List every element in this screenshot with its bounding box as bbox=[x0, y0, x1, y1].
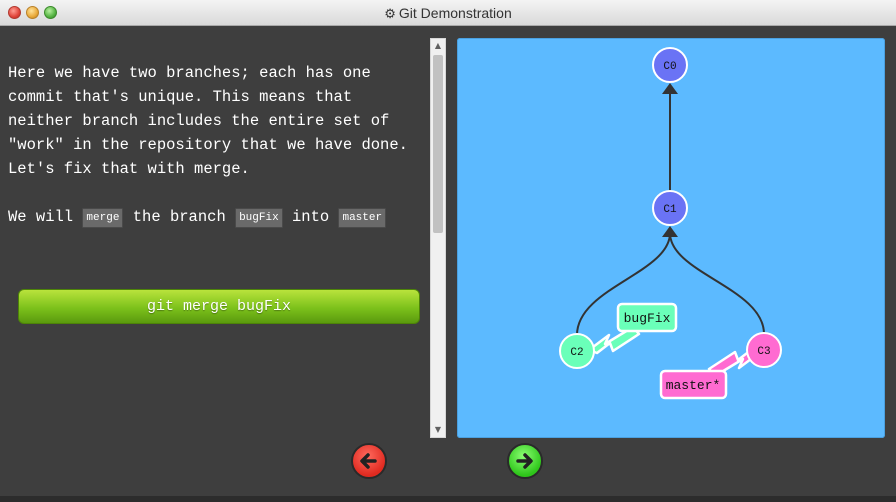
git-merge-command-button[interactable]: git merge bugFix bbox=[18, 289, 420, 324]
instructions-text: We will bbox=[8, 208, 83, 226]
git-graph-svg: C0 C1 C2 C3 bugFix master* bbox=[559, 47, 782, 400]
commit-label-c1: C1 bbox=[663, 204, 677, 216]
commit-label-c2: C2 bbox=[570, 347, 583, 359]
instructions-panel: Here we have two branches; each has one … bbox=[8, 61, 424, 253]
instructions-text: into bbox=[282, 208, 339, 226]
code-bugfix: bugFix bbox=[235, 208, 283, 228]
arrow-left-icon bbox=[360, 453, 377, 469]
edge-arrowhead-c0 bbox=[662, 83, 678, 94]
app-window: ⚙ Git Demonstration Here we have two bran… bbox=[0, 0, 896, 502]
branch-label-master[interactable]: master* bbox=[659, 369, 728, 400]
edge-arrowhead-c1 bbox=[662, 226, 678, 237]
git-graph-canvas: C0 C1 C2 C3 bugFix master* bbox=[457, 38, 885, 438]
scroll-up-arrow-icon[interactable]: ▲ bbox=[431, 39, 445, 53]
title-bar: ⚙ Git Demonstration bbox=[0, 0, 896, 26]
previous-step-button[interactable] bbox=[351, 443, 387, 479]
commit-label-c3: C3 bbox=[757, 346, 770, 358]
scroll-down-arrow-icon[interactable]: ▼ bbox=[431, 423, 445, 437]
window-title: ⚙ Git Demonstration bbox=[0, 0, 896, 26]
bottom-status-strip bbox=[0, 496, 896, 502]
instructions-text: the branch bbox=[123, 208, 236, 226]
commit-node-c2[interactable]: C2 bbox=[559, 333, 595, 369]
next-step-button[interactable] bbox=[507, 443, 543, 479]
instructions-paragraph-2: We will merge the branch bugFix into mas… bbox=[8, 205, 424, 229]
branch-name-bugfix: bugFix bbox=[624, 311, 671, 326]
commit-label-c0: C0 bbox=[663, 61, 676, 73]
code-merge: merge bbox=[82, 208, 124, 228]
gear-icon: ⚙ bbox=[384, 6, 396, 21]
scroll-thumb[interactable] bbox=[433, 55, 443, 233]
commit-node-c1[interactable]: C1 bbox=[652, 190, 688, 226]
commit-node-c0[interactable]: C0 bbox=[652, 47, 688, 83]
arrow-right-icon bbox=[516, 453, 533, 469]
instructions-scrollbar[interactable]: ▲ ▼ bbox=[430, 38, 446, 438]
instructions-paragraph-1: Here we have two branches; each has one … bbox=[8, 64, 408, 178]
commit-node-c3[interactable]: C3 bbox=[746, 332, 782, 368]
edge-c3-c1 bbox=[669, 232, 765, 335]
code-master: master bbox=[338, 208, 387, 228]
branch-label-bugfix[interactable]: bugFix bbox=[616, 302, 678, 333]
branch-name-master: master* bbox=[666, 378, 721, 393]
window-title-text: Git Demonstration bbox=[398, 5, 512, 21]
